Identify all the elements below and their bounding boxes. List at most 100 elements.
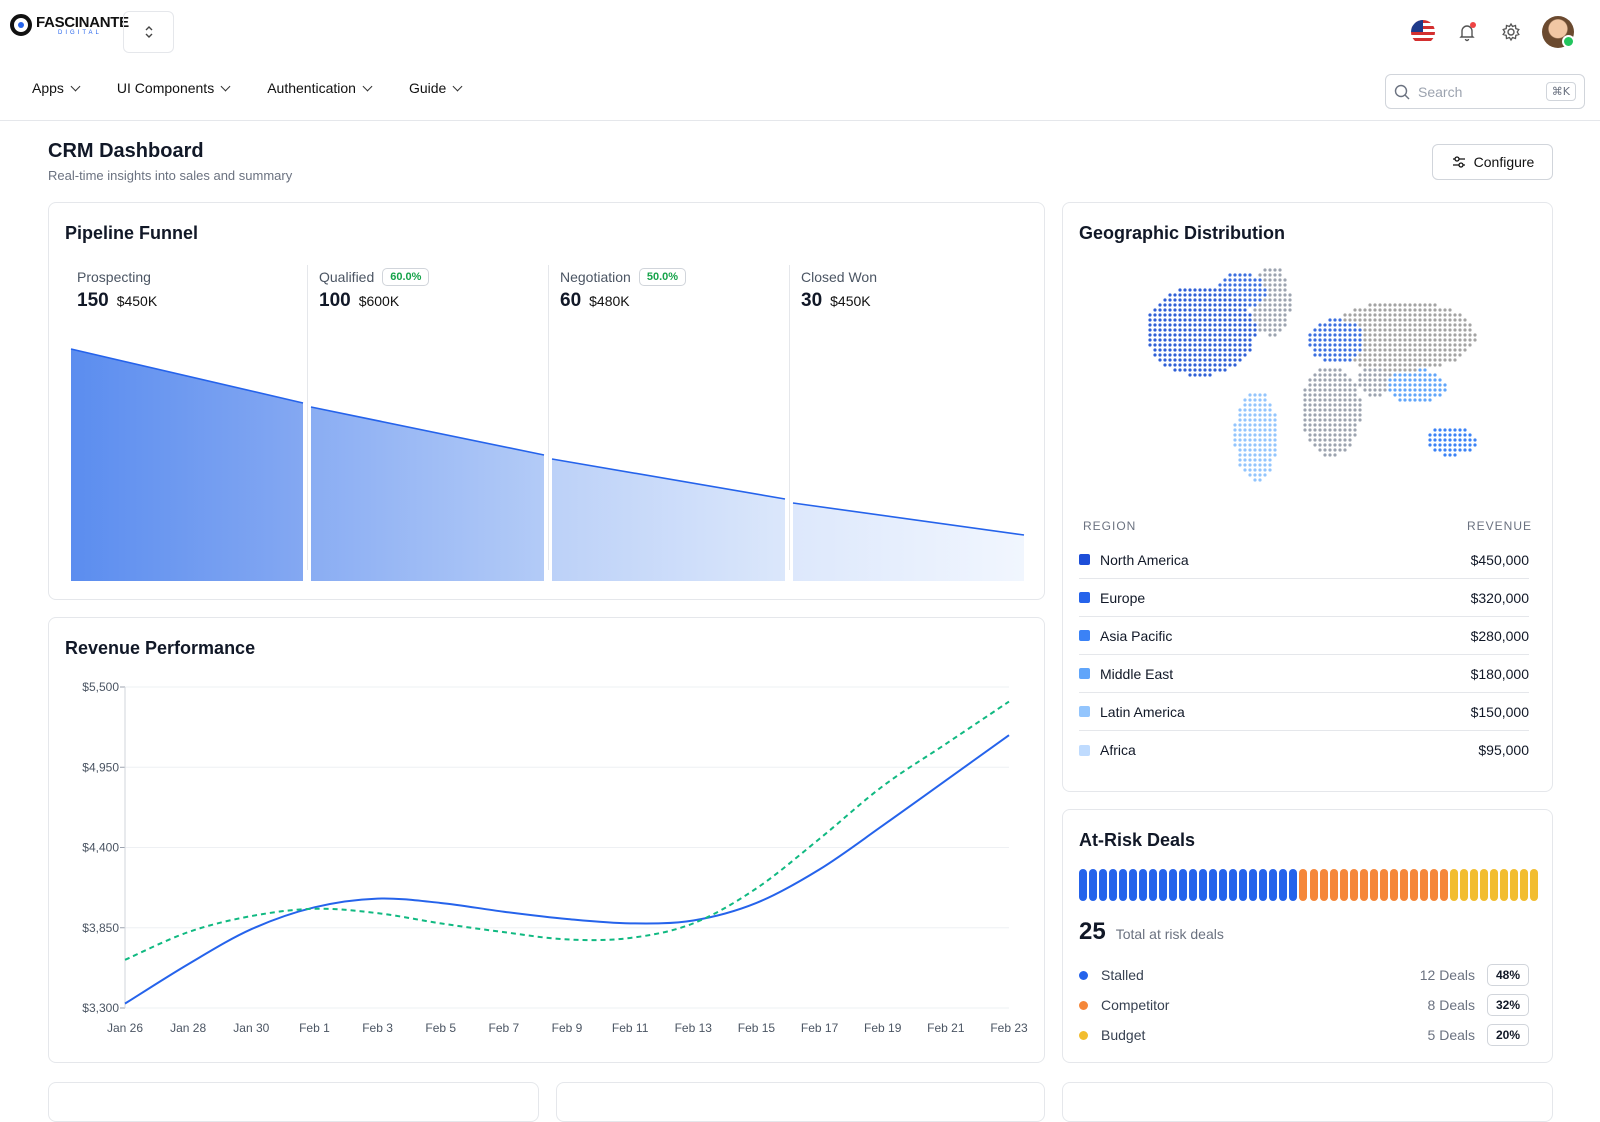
notifications-button[interactable]: [1454, 19, 1480, 45]
map-dot: [1443, 308, 1447, 312]
map-dot: [1213, 308, 1217, 312]
map-dot: [1348, 353, 1352, 357]
map-dot: [1278, 288, 1282, 292]
map-dot: [1393, 353, 1397, 357]
map-dot: [1258, 408, 1262, 412]
map-dot: [1303, 408, 1307, 412]
risk-row-budget[interactable]: Budget 5 Deals 20%: [1079, 1020, 1529, 1050]
map-dot: [1303, 423, 1307, 427]
map-dot: [1408, 378, 1412, 382]
map-dot: [1203, 338, 1207, 342]
map-dot: [1163, 313, 1167, 317]
map-dot: [1363, 308, 1367, 312]
map-dot: [1333, 343, 1337, 347]
geo-row[interactable]: Africa $95,000: [1079, 731, 1529, 769]
map-dot: [1323, 378, 1327, 382]
region-revenue: $280,000: [1470, 627, 1529, 644]
map-dot: [1363, 318, 1367, 322]
map-dot: [1328, 428, 1332, 432]
map-dot: [1223, 298, 1227, 302]
map-dot: [1358, 343, 1362, 347]
map-dot: [1428, 323, 1432, 327]
map-dot: [1193, 293, 1197, 297]
header-divider: [0, 120, 1600, 121]
map-dot: [1333, 398, 1337, 402]
search-box[interactable]: ⌘K: [1385, 74, 1585, 109]
map-dot: [1368, 328, 1372, 332]
map-dot: [1223, 323, 1227, 327]
brand-logo[interactable]: FASCINANTE DIGITAL: [10, 14, 129, 36]
map-dot: [1328, 368, 1332, 372]
map-dot: [1418, 368, 1422, 372]
risk-row-competitor[interactable]: Competitor 8 Deals 32%: [1079, 990, 1529, 1020]
map-dot: [1158, 358, 1162, 362]
map-dot: [1283, 278, 1287, 282]
risk-bar-segment: [1479, 869, 1488, 901]
map-dot: [1368, 358, 1372, 362]
map-dot: [1153, 338, 1157, 342]
map-dot: [1438, 328, 1442, 332]
risk-bar-segment: [1209, 869, 1218, 901]
risk-bar-segment: [1249, 869, 1258, 901]
nav-authentication[interactable]: Authentication: [267, 80, 373, 96]
map-dot: [1418, 398, 1422, 402]
geo-row[interactable]: North America $450,000: [1079, 541, 1529, 579]
map-dot: [1408, 398, 1412, 402]
map-dot: [1148, 323, 1152, 327]
map-dot: [1183, 323, 1187, 327]
map-dot: [1448, 353, 1452, 357]
map-dot: [1268, 328, 1272, 332]
map-dot: [1208, 323, 1212, 327]
map-dot: [1158, 313, 1162, 317]
map-dot: [1443, 448, 1447, 452]
map-dot: [1438, 318, 1442, 322]
language-selector[interactable]: [1410, 19, 1436, 45]
map-dot: [1258, 423, 1262, 427]
search-input[interactable]: [1418, 83, 1538, 100]
geo-row[interactable]: Europe $320,000: [1079, 579, 1529, 617]
map-dot: [1448, 348, 1452, 352]
map-dot: [1373, 328, 1377, 332]
map-dot: [1173, 348, 1177, 352]
map-dot: [1353, 403, 1357, 407]
nav-guide[interactable]: Guide: [409, 80, 463, 96]
map-dot: [1278, 268, 1282, 272]
map-dot: [1353, 358, 1357, 362]
nav-apps[interactable]: Apps: [32, 80, 81, 96]
map-dot: [1473, 438, 1477, 442]
geo-row[interactable]: Middle East $180,000: [1079, 655, 1529, 693]
map-dot: [1313, 388, 1317, 392]
map-dot: [1368, 353, 1372, 357]
settings-button[interactable]: [1498, 19, 1524, 45]
map-dot: [1398, 303, 1402, 307]
nav-ui-components[interactable]: UI Components: [117, 80, 231, 96]
x-tick-label: Feb 23: [990, 1021, 1028, 1035]
geo-row[interactable]: Latin America $150,000: [1079, 693, 1529, 731]
avatar[interactable]: [1542, 16, 1575, 48]
map-dot: [1378, 353, 1382, 357]
map-dot: [1238, 308, 1242, 312]
map-dot: [1153, 318, 1157, 322]
map-dot: [1348, 338, 1352, 342]
map-dot: [1328, 438, 1332, 442]
risk-row-stalled[interactable]: Stalled 12 Deals 48%: [1079, 960, 1529, 990]
map-dot: [1323, 428, 1327, 432]
map-dot: [1368, 393, 1372, 397]
map-dot: [1418, 323, 1422, 327]
map-dot: [1178, 303, 1182, 307]
map-dot: [1318, 368, 1322, 372]
map-dot: [1223, 308, 1227, 312]
map-dot: [1463, 448, 1467, 452]
map-dot: [1153, 313, 1157, 317]
map-dot: [1348, 328, 1352, 332]
map-dot: [1243, 313, 1247, 317]
map-dot: [1243, 423, 1247, 427]
map-dot: [1158, 338, 1162, 342]
map-dot: [1238, 438, 1242, 442]
map-dot: [1228, 358, 1232, 362]
map-dot: [1163, 323, 1167, 327]
configure-button[interactable]: Configure: [1432, 144, 1553, 180]
map-dot: [1203, 293, 1207, 297]
workspace-switcher[interactable]: [123, 11, 174, 53]
geo-row[interactable]: Asia Pacific $280,000: [1079, 617, 1529, 655]
